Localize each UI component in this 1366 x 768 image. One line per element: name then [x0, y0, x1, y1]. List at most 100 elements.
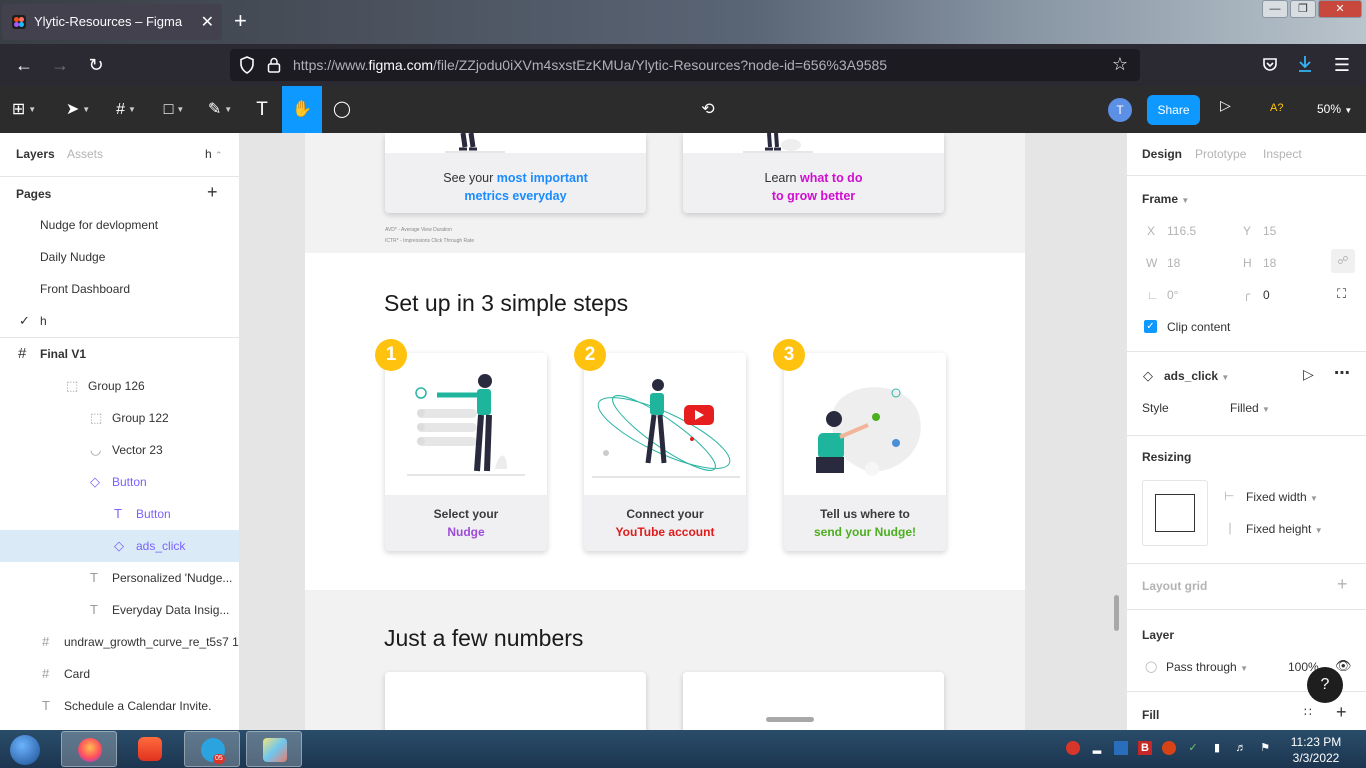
tab-layers[interactable]: Layers	[16, 147, 55, 161]
pen-tool-icon[interactable]: ✎ ▼	[200, 86, 240, 133]
blend-mode-dropdown[interactable]: Pass through ▼	[1166, 660, 1248, 674]
share-button[interactable]: Share	[1147, 95, 1200, 125]
layer-row[interactable]: ◇ ads_click	[0, 530, 239, 562]
design-canvas[interactable]: See your most important metrics everyday…	[240, 133, 1126, 730]
figma-menu-icon[interactable]: ⊞ ▼	[6, 86, 42, 133]
layer-row[interactable]: T Button	[0, 498, 239, 530]
clip-content-checkbox[interactable]: ✓	[1144, 320, 1157, 333]
tray-check-icon[interactable]: ✓	[1186, 741, 1200, 755]
address-bar[interactable]: https://www.figma.com/file/ZZjodu0iXVm4s…	[230, 49, 1140, 81]
forward-icon[interactable]: →	[48, 53, 72, 77]
component-swap-icon[interactable]: ⟲	[688, 86, 728, 133]
add-page-icon[interactable]: +	[207, 182, 218, 203]
fixed-height-dropdown[interactable]: Fixed height ▼	[1246, 522, 1323, 536]
horizontal-scrollbar[interactable]	[766, 717, 814, 722]
close-tab-icon[interactable]: ✕	[201, 12, 214, 32]
comment-tool-icon[interactable]: ◯	[322, 86, 362, 133]
taskbar-telegram[interactable]: 05	[184, 731, 240, 767]
tray-app-icon[interactable]	[1114, 741, 1128, 755]
avatar[interactable]: T	[1108, 98, 1132, 122]
tab-assets[interactable]: Assets	[67, 147, 103, 161]
number-card-2[interactable]	[683, 672, 944, 730]
shape-tool-icon[interactable]: □ ▼	[154, 86, 194, 133]
new-tab-button[interactable]: +	[234, 8, 247, 34]
signal-icon[interactable]: ▂	[1090, 741, 1104, 755]
corner-radius-input[interactable]: 0	[1263, 288, 1270, 302]
tray-record-icon[interactable]	[1162, 741, 1176, 755]
vertical-scrollbar[interactable]	[1114, 595, 1119, 631]
tray-battery-icon[interactable]: ▮	[1210, 741, 1224, 755]
layer-row[interactable]: T Schedule a Calendar Invite.	[0, 690, 239, 722]
maximize-button[interactable]: ❐	[1290, 0, 1316, 18]
constrain-proportions-icon[interactable]: ☍	[1331, 249, 1355, 273]
layer-row[interactable]: ⬚ Group 126	[0, 370, 239, 402]
number-card-1[interactable]	[385, 672, 646, 730]
shield-icon[interactable]	[239, 56, 255, 74]
add-fill-icon[interactable]: +	[1336, 702, 1347, 723]
layer-row[interactable]: T Everyday Data Insig...	[0, 594, 239, 626]
tray-notification-icon[interactable]	[1066, 741, 1080, 755]
layer-row[interactable]: ◇ Button	[0, 466, 239, 498]
taskbar-paint[interactable]	[246, 731, 302, 767]
tray-b-icon[interactable]: B	[1138, 741, 1152, 755]
x-input[interactable]: 116.5	[1167, 224, 1196, 238]
lock-icon[interactable]	[267, 57, 281, 73]
step-card-3[interactable]: Tell us where to send your Nudge!	[784, 353, 946, 551]
step-card-1[interactable]: Select your Nudge	[385, 353, 547, 551]
browser-tab[interactable]: Ylytic-Resources – Figma ✕	[2, 4, 222, 40]
card-metrics[interactable]: See your most important metrics everyday	[385, 133, 646, 213]
menu-icon[interactable]: ☰	[1330, 53, 1354, 77]
taskbar-brave[interactable]	[122, 731, 178, 767]
page-item[interactable]: Daily Nudge	[0, 241, 239, 273]
layer-row[interactable]: # Card	[0, 658, 239, 690]
close-window-button[interactable]: ✕	[1318, 0, 1362, 18]
chevron-down-icon: ▼	[1262, 405, 1270, 414]
zoom-dropdown[interactable]: 50% ▼	[1317, 102, 1352, 116]
hand-tool-icon[interactable]: ✋	[282, 86, 322, 133]
action-center-flag-icon[interactable]: ⚑	[1258, 741, 1272, 755]
taskbar-clock[interactable]: 11:23 PM 3/3/2022	[1286, 734, 1346, 766]
go-to-main-component-icon[interactable]: ▷	[1303, 366, 1314, 383]
volume-icon[interactable]: ♬	[1234, 741, 1248, 755]
bookmark-star-icon[interactable]: ☆	[1112, 54, 1128, 75]
style-dropdown[interactable]: Filled ▼	[1230, 401, 1270, 415]
page-item[interactable]: Front Dashboard	[0, 273, 239, 305]
present-play-icon[interactable]: ▷	[1220, 97, 1231, 114]
tab-design[interactable]: Design	[1142, 147, 1182, 161]
move-tool-icon[interactable]: ➤ ▼	[58, 86, 98, 133]
w-input[interactable]: 18	[1167, 256, 1180, 270]
styles-grid-icon[interactable]: ∷	[1304, 705, 1312, 719]
rotation-input[interactable]: 0°	[1167, 288, 1178, 302]
minimize-button[interactable]: —	[1262, 0, 1288, 18]
taskbar-firefox[interactable]	[61, 731, 117, 767]
accessibility-check-button[interactable]: A?	[1270, 102, 1283, 114]
frame-tool-icon[interactable]: # ▼	[106, 86, 146, 133]
step-card-2[interactable]: Connect your YouTube account	[584, 353, 746, 551]
back-icon[interactable]: ←	[12, 53, 36, 77]
independent-corners-icon[interactable]: ⛶	[1337, 286, 1346, 302]
y-input[interactable]: 15	[1263, 224, 1276, 238]
page-item[interactable]: ✓ h	[0, 305, 239, 337]
page-switcher[interactable]: h ⌃	[205, 147, 223, 161]
layer-row[interactable]: T Personalized 'Nudge...	[0, 562, 239, 594]
layer-row[interactable]: ⬚ Group 122	[0, 402, 239, 434]
add-layout-grid-icon[interactable]: +	[1337, 574, 1348, 595]
card-learn[interactable]: Learn what to do to grow better	[683, 133, 944, 213]
more-options-icon[interactable]: ⋯	[1334, 363, 1350, 383]
tab-prototype[interactable]: Prototype	[1195, 147, 1246, 161]
download-icon[interactable]	[1297, 55, 1313, 73]
layer-row[interactable]: ◡ Vector 23	[0, 434, 239, 466]
pocket-icon[interactable]	[1262, 56, 1278, 72]
start-button[interactable]	[4, 731, 44, 767]
frame-dropdown[interactable]: Frame ▼	[1142, 192, 1189, 206]
layer-row[interactable]: # Final V1	[0, 338, 239, 370]
reload-icon[interactable]: ↻	[84, 53, 108, 77]
tab-inspect[interactable]: Inspect	[1263, 147, 1302, 161]
layer-row[interactable]: # undraw_growth_curve_re_t5s7 1	[0, 626, 239, 658]
text-tool-icon[interactable]: T	[242, 86, 282, 133]
fixed-width-dropdown[interactable]: Fixed width ▼	[1246, 490, 1318, 504]
component-name-dropdown[interactable]: ads_click ▼	[1164, 369, 1229, 383]
h-input[interactable]: 18	[1263, 256, 1276, 270]
help-button[interactable]: ?	[1307, 667, 1343, 703]
page-item[interactable]: Nudge for devlopment	[0, 209, 239, 241]
